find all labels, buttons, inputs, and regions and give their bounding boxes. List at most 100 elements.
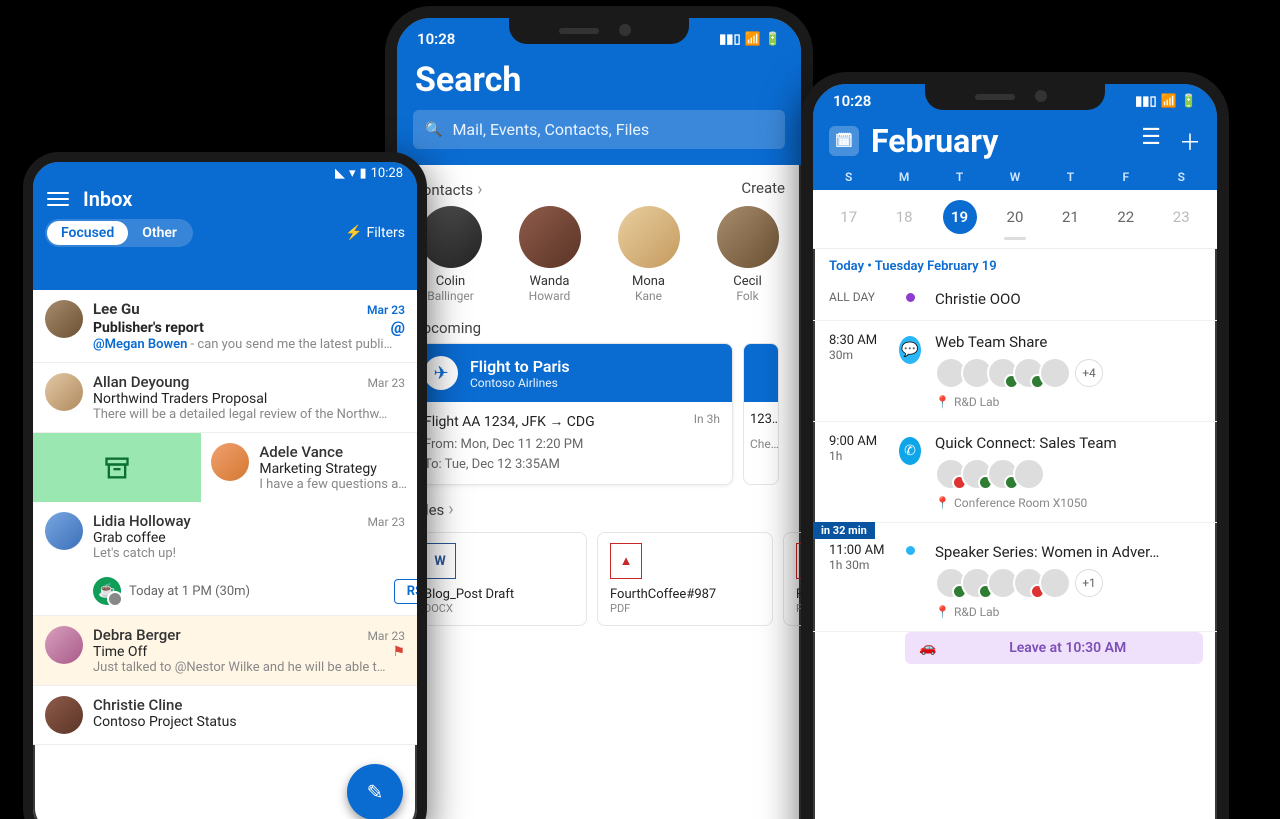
search-icon: 🔍 bbox=[425, 122, 442, 138]
word-icon: W bbox=[424, 543, 456, 579]
notch bbox=[509, 18, 689, 44]
meeting-time: Today at 1 PM (30m) bbox=[129, 584, 250, 599]
event-location: 📍R&D Lab bbox=[935, 395, 1201, 409]
avatar bbox=[45, 626, 83, 664]
message-item-swiped[interactable]: Adele Vance Marketing Strategy I have a … bbox=[33, 433, 417, 502]
leave-suggestion[interactable]: 🚗 Leave at 10:30 AM bbox=[905, 632, 1203, 664]
status-bar: ◣ ▾ ▮ 10:28 bbox=[33, 162, 417, 181]
tab-focused[interactable]: Focused bbox=[47, 221, 128, 245]
create-button[interactable]: Create bbox=[741, 179, 785, 200]
message-item[interactable]: Debra Berger Mar 23 Time Off ⚑ Just talk… bbox=[33, 616, 417, 686]
location-icon: 📍 bbox=[935, 496, 950, 510]
message-item[interactable]: Lidia Holloway Mar 23 Grab coffee Let's … bbox=[33, 502, 417, 616]
message-item[interactable]: Allan Deyoung Mar 23 Northwind Traders P… bbox=[33, 363, 417, 433]
event-title: Quick Connect: Sales Team bbox=[935, 434, 1201, 452]
date-cell[interactable]: 20 bbox=[987, 200, 1042, 234]
phone-inbox: ◣ ▾ ▮ 10:28 Inbox Focused Other ⚡ Filter… bbox=[23, 152, 427, 819]
file-card[interactable]: ▲ FourthCoffee#987 PDF bbox=[597, 532, 773, 626]
agenda-icon[interactable]: ☰ bbox=[1141, 125, 1161, 157]
files-row: W Blog_Post Draft DOCX ▲ FourthCoffee#98… bbox=[397, 526, 801, 632]
upcoming-cards: ✈ Flight to Paris Contoso Airlines Fligh… bbox=[397, 343, 801, 485]
calendar-mini-icon[interactable]: 🗓 bbox=[829, 126, 859, 156]
section-upcoming: Upcoming bbox=[397, 315, 801, 343]
message-list: Lee Gu Mar 23 Publisher's report @ @Mega… bbox=[33, 290, 417, 745]
message-date: Mar 23 bbox=[367, 376, 405, 390]
file-card[interactable]: W Blog_Post Draft DOCX bbox=[411, 532, 587, 626]
calendar-month[interactable]: February bbox=[871, 122, 998, 160]
rsvp-button[interactable]: RSVP bbox=[394, 579, 417, 604]
sender: Lidia Holloway bbox=[93, 512, 191, 530]
weekday-row: S M T W T F S bbox=[813, 170, 1217, 190]
search-input[interactable]: 🔍 Mail, Events, Contacts, Files bbox=[413, 110, 785, 149]
date-cell-selected[interactable]: 19 bbox=[932, 200, 987, 234]
bolt-icon: ⚡ bbox=[345, 225, 362, 241]
date-cell[interactable]: 21 bbox=[1043, 200, 1098, 234]
page-title: Search bbox=[397, 56, 801, 110]
avatar bbox=[45, 512, 83, 550]
allday-event[interactable]: ALL DAY Christie OOO bbox=[813, 278, 1217, 321]
avatar bbox=[45, 373, 83, 411]
date-cell[interactable]: 22 bbox=[1098, 200, 1153, 234]
archive-action[interactable] bbox=[33, 433, 201, 502]
avatar bbox=[519, 206, 581, 268]
message-item[interactable]: Lee Gu Mar 23 Publisher's report @ @Mega… bbox=[33, 290, 417, 363]
flight-title: Flight to Paris bbox=[470, 357, 570, 376]
page-title: Inbox bbox=[83, 187, 132, 211]
phone-icon: ✆ bbox=[899, 437, 921, 465]
attendees-more: +4 bbox=[1075, 359, 1103, 387]
avatar bbox=[45, 300, 83, 338]
event-location: 📍R&D Lab bbox=[935, 605, 1201, 619]
message-date: Mar 23 bbox=[367, 303, 405, 317]
search-placeholder: Mail, Events, Contacts, Files bbox=[452, 120, 649, 139]
dates-row: 17 18 19 20 21 22 23 bbox=[813, 190, 1217, 248]
preview: @Megan Bowen - can you send me the lates… bbox=[93, 337, 405, 352]
contact-item[interactable]: Wanda Howard bbox=[510, 206, 589, 303]
flight-route: Flight AA 1234, JFK → CDG bbox=[424, 412, 595, 433]
today-line: Today • Tuesday February 19 bbox=[813, 248, 1217, 278]
date-cell[interactable]: 17 bbox=[821, 200, 876, 234]
contact-item[interactable]: Cecil Folk bbox=[708, 206, 787, 303]
flight-to: To: Tue, Dec 12 3:35AM bbox=[424, 455, 595, 475]
sender: Debra Berger bbox=[93, 626, 181, 644]
file-card[interactable]: ▲ Re… PDF bbox=[783, 532, 801, 626]
event-item[interactable]: 8:30 AM 30m 💬 Web Team Share +4 📍R&D Lab bbox=[813, 321, 1217, 422]
event-item[interactable]: 11:00 AM 1h 30m Speaker Series: Women in… bbox=[813, 523, 1217, 632]
inbox-tabs: Focused Other bbox=[45, 219, 193, 247]
section-contacts: Contacts Create bbox=[397, 165, 801, 206]
chat-icon: 💬 bbox=[899, 336, 921, 364]
message-item[interactable]: Christie Cline Contoso Project Status bbox=[33, 686, 417, 745]
date-cell[interactable]: 18 bbox=[876, 200, 931, 234]
preview: Let's catch up! bbox=[93, 546, 405, 561]
subject: Publisher's report bbox=[93, 320, 204, 336]
pdf-icon: ▲ bbox=[610, 543, 642, 579]
event-title: Christie OOO bbox=[935, 290, 1201, 308]
meeting-icon: ☕ bbox=[93, 577, 121, 605]
attendees bbox=[935, 458, 1201, 490]
pencil-icon: ✎ bbox=[367, 780, 384, 804]
contact-item[interactable]: Mona Kane bbox=[609, 206, 688, 303]
tab-other[interactable]: Other bbox=[128, 221, 191, 245]
event-dot bbox=[899, 543, 921, 619]
flag-icon: ⚑ bbox=[392, 644, 405, 660]
event-item[interactable]: 9:00 AM 1h ✆ Quick Connect: Sales Team 📍… bbox=[813, 422, 1217, 523]
preview: There will be a detailed legal review of… bbox=[93, 407, 405, 422]
event-title: Speaker Series: Women in Adver… bbox=[935, 543, 1201, 561]
sender: Christie Cline bbox=[93, 696, 405, 714]
avatar bbox=[45, 696, 83, 734]
preview: I have a few questions a… bbox=[259, 477, 407, 492]
flight-from: From: Mon, Dec 11 2:20 PM bbox=[424, 435, 595, 455]
location-icon: 📍 bbox=[935, 395, 950, 409]
add-event-icon[interactable]: ＋ bbox=[1179, 125, 1201, 157]
date-cell[interactable]: 23 bbox=[1154, 200, 1209, 234]
compose-fab[interactable]: ✎ bbox=[347, 764, 403, 819]
subject: Marketing Strategy bbox=[259, 461, 407, 477]
car-icon: 🚗 bbox=[919, 640, 936, 656]
status-icons: ▮▮▯📶🔋 bbox=[1135, 94, 1197, 109]
hamburger-icon[interactable] bbox=[47, 192, 69, 206]
flight-card[interactable]: ✈ Flight to Paris Contoso Airlines Fligh… bbox=[411, 343, 733, 485]
filters-button[interactable]: ⚡ Filters bbox=[345, 225, 405, 241]
event-location: 📍Conference Room X1050 bbox=[935, 496, 1201, 510]
status-time: 10:28 bbox=[833, 92, 871, 110]
flight-card-peek[interactable]: 123… Che… bbox=[743, 343, 779, 485]
wifi-icon: ▾ bbox=[349, 166, 356, 181]
